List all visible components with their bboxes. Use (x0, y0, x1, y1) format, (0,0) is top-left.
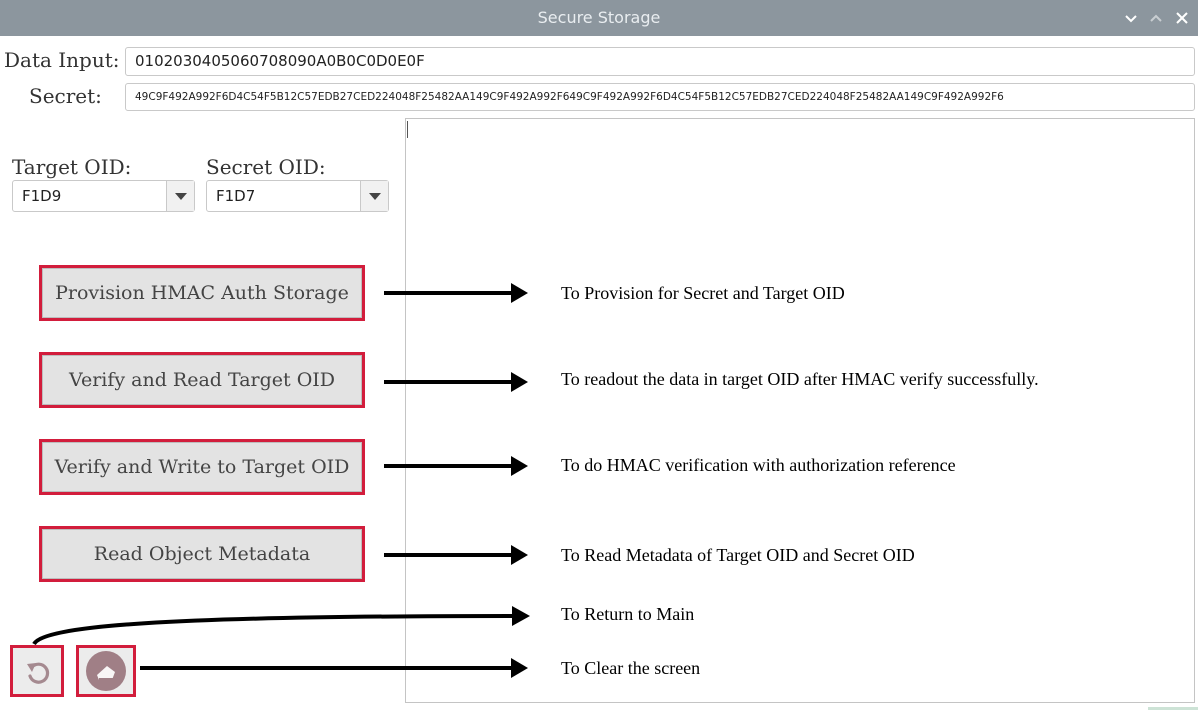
back-icon (27, 662, 50, 684)
back-button[interactable] (10, 645, 64, 697)
note-verify-write: To do HMAC verification with authorizati… (561, 455, 956, 475)
note-back: To Return to Main (561, 604, 695, 624)
secret-oid-dropdown-button[interactable] (360, 181, 388, 211)
window-titlebar: Secure Storage (0, 0, 1198, 36)
minimize-button[interactable] (1121, 8, 1141, 28)
close-button[interactable] (1172, 8, 1192, 28)
dropdown-arrow-icon (174, 192, 187, 200)
target-oid-label: Target OID: (12, 155, 132, 179)
secret-oid-label: Secret OID: (206, 155, 326, 179)
secret-oid-value: F1D7 (216, 187, 256, 205)
secret-field[interactable]: 49C9F492A992F6D4C54F5B12C57EDB27CED22404… (125, 83, 1195, 111)
note-verify-read: To readout the data in target OID after … (561, 369, 1039, 389)
data-input-label: Data Input: (4, 48, 120, 72)
chevron-up-icon (1150, 14, 1162, 22)
clear-screen-button[interactable] (76, 645, 136, 697)
data-input-field[interactable]: 0102030405060708090A0B0C0D0E0F (125, 47, 1195, 76)
read-object-metadata-button[interactable]: Read Object Metadata (39, 526, 365, 582)
arrow-provision (384, 283, 528, 303)
close-icon (1176, 12, 1188, 24)
provision-hmac-auth-storage-button[interactable]: Provision HMAC Auth Storage (39, 265, 365, 321)
arrow-verify-write (384, 456, 528, 476)
note-clear: To Clear the screen (561, 658, 701, 678)
target-oid-dropdown-button[interactable] (166, 181, 194, 211)
arrow-verify-read (384, 372, 528, 392)
maximize-button[interactable] (1146, 8, 1166, 28)
verify-and-write-to-target-oid-button[interactable]: Verify and Write to Target OID (39, 439, 365, 495)
arrow-clear (140, 658, 528, 678)
text-cursor (407, 121, 408, 138)
note-read-metadata: To Read Metadata of Target OID and Secre… (561, 545, 915, 565)
verify-and-read-target-oid-button[interactable]: Verify and Read Target OID (39, 352, 365, 408)
note-provision: To Provision for Secret and Target OID (561, 283, 845, 303)
chevron-down-icon (1125, 15, 1137, 23)
secret-label: Secret: (29, 84, 102, 108)
secret-oid-select[interactable]: F1D7 (206, 180, 389, 212)
target-oid-value: F1D9 (22, 187, 62, 205)
window-title: Secure Storage (537, 8, 661, 27)
arrow-read-metadata (384, 545, 528, 565)
dropdown-arrow-icon (368, 192, 381, 200)
target-oid-select[interactable]: F1D9 (12, 180, 195, 212)
clear-screen-icon (86, 651, 126, 691)
